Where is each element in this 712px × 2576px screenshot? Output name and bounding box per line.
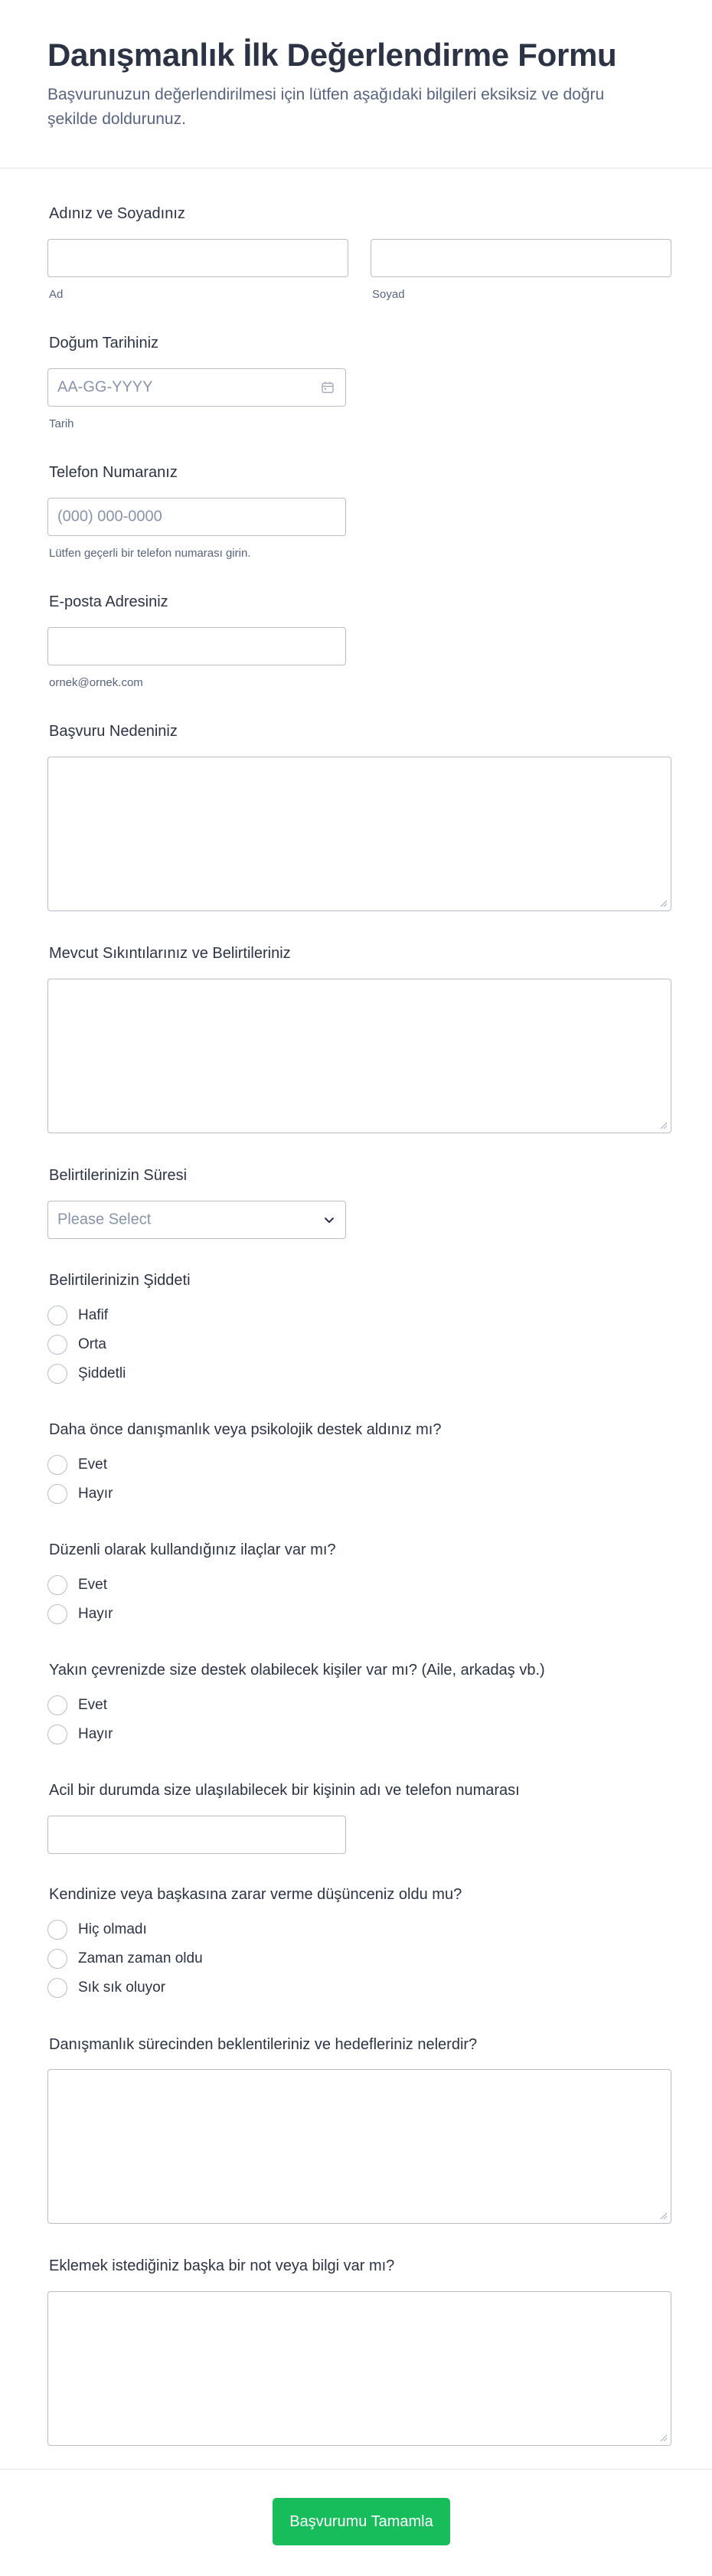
radio-option[interactable]: Sık sık oluyor: [47, 1976, 165, 1999]
name-label: Adınız ve Soyadınız: [49, 205, 185, 222]
calendar-icon[interactable]: [321, 381, 335, 394]
radio-option[interactable]: Hiç olmadı: [47, 1918, 147, 1941]
radio-button[interactable]: [47, 1724, 67, 1744]
first-name-input[interactable]: [47, 239, 348, 277]
medication-label: Düzenli olarak kullandığınız ilaçlar var…: [49, 1541, 336, 1558]
duration-label: Belirtilerinizin Süresi: [49, 1167, 188, 1184]
birth-date-input[interactable]: AA-GG-YYYY: [47, 368, 346, 407]
last-name-input[interactable]: [371, 239, 671, 277]
radio-button[interactable]: [47, 1306, 67, 1326]
duration-select[interactable]: Please Select: [47, 1201, 346, 1239]
resize-handle-icon[interactable]: [658, 2211, 668, 2220]
radio-option-label: Hayır: [78, 1606, 113, 1622]
radio-button[interactable]: [47, 1335, 67, 1355]
last-name-sublabel: Soyad: [372, 288, 405, 301]
severity-label: Belirtilerinizin Şiddeti: [49, 1272, 191, 1289]
radio-button[interactable]: [47, 1575, 67, 1595]
radio-option-label: Orta: [78, 1336, 106, 1352]
radio-option[interactable]: Hafif: [47, 1304, 108, 1327]
radio-option-label: Şiddetli: [78, 1365, 126, 1381]
radio-option-label: Evet: [78, 1577, 108, 1593]
birth-date-placeholder: AA-GG-YYYY: [57, 378, 153, 396]
radio-option[interactable]: Hayır: [47, 1483, 113, 1505]
page-title: Danışmanlık İlk Değerlendirme Formu: [47, 37, 617, 73]
radio-option-label: Hayır: [78, 1726, 113, 1742]
self-harm-label: Kendinize veya başkasına zarar verme düş…: [49, 1886, 462, 1903]
radio-option[interactable]: Orta: [47, 1333, 106, 1356]
notes-label: Eklemek istediğiniz başka bir not veya b…: [49, 2257, 395, 2274]
radio-option-label: Sık sık oluyor: [78, 1979, 166, 1996]
radio-button[interactable]: [47, 1604, 67, 1624]
email-sublabel: ornek@ornek.com: [49, 676, 143, 689]
resize-handle-icon[interactable]: [658, 898, 668, 907]
notes-textarea[interactable]: [47, 2291, 671, 2446]
radio-button[interactable]: [47, 1364, 67, 1384]
symptoms-textarea[interactable]: [47, 979, 671, 1133]
email-label: E-posta Adresiniz: [49, 593, 168, 610]
form-header: Danışmanlık İlk Değerlendirme Formu Başv…: [0, 0, 712, 168]
phone-label: Telefon Numaranız: [49, 464, 178, 481]
resize-handle-icon[interactable]: [658, 1120, 668, 1129]
first-name-sublabel: Ad: [49, 288, 64, 301]
radio-option[interactable]: Şiddetli: [47, 1362, 126, 1385]
reason-label: Başvuru Nedeniniz: [49, 723, 178, 740]
radio-option[interactable]: Evet: [47, 1694, 107, 1717]
phone-input[interactable]: (000) 000-0000: [47, 498, 346, 536]
submit-button[interactable]: Başvurumu Tamamla: [273, 2498, 450, 2545]
email-input[interactable]: [47, 627, 346, 665]
duration-selected-value: Please Select: [57, 1211, 152, 1228]
radio-option-label: Hafif: [78, 1307, 109, 1323]
birth-date-label: Doğum Tarihiniz: [49, 335, 159, 351]
radio-button[interactable]: [47, 1978, 67, 1998]
resize-handle-icon[interactable]: [658, 2433, 668, 2442]
birth-date-sublabel: Tarih: [49, 417, 74, 430]
radio-option-label: Evet: [78, 1697, 108, 1713]
radio-button[interactable]: [47, 1920, 67, 1940]
radio-option[interactable]: Hayır: [47, 1723, 113, 1746]
radio-option-label: Hayır: [78, 1486, 113, 1502]
radio-button[interactable]: [47, 1949, 67, 1969]
symptoms-label: Mevcut Sıkıntılarınız ve Belirtileriniz: [49, 945, 291, 962]
radio-option-label: Zaman zaman oldu: [78, 1950, 203, 1966]
radio-option[interactable]: Evet: [47, 1453, 107, 1476]
emergency-contact-label: Acil bir durumda size ulaşılabilecek bir…: [49, 1782, 520, 1799]
radio-button[interactable]: [47, 1484, 67, 1504]
expectations-textarea[interactable]: [47, 2069, 671, 2224]
radio-option[interactable]: Zaman zaman oldu: [47, 1947, 203, 1970]
prior-support-label: Daha önce danışmanlık veya psikolojik de…: [49, 1421, 442, 1438]
radio-button[interactable]: [47, 1455, 67, 1475]
radio-option-label: Hiç olmadı: [78, 1921, 147, 1937]
radio-option-label: Evet: [78, 1456, 108, 1473]
radio-option[interactable]: Hayır: [47, 1603, 113, 1626]
chevron-down-icon[interactable]: [322, 1213, 336, 1227]
phone-placeholder: (000) 000-0000: [57, 508, 162, 525]
page-subtitle: Başvurunuzun değerlendirilmesi için lütf…: [47, 86, 605, 128]
reason-textarea[interactable]: [47, 757, 671, 911]
expectations-label: Danışmanlık sürecinden beklentileriniz v…: [49, 2036, 478, 2053]
emergency-contact-input[interactable]: [47, 1816, 346, 1854]
phone-sublabel: Lütfen geçerli bir telefon numarası giri…: [49, 547, 251, 560]
support-network-label: Yakın çevrenizde size destek olabilecek …: [49, 1662, 545, 1679]
radio-button[interactable]: [47, 1695, 67, 1715]
radio-option[interactable]: Evet: [47, 1574, 107, 1597]
